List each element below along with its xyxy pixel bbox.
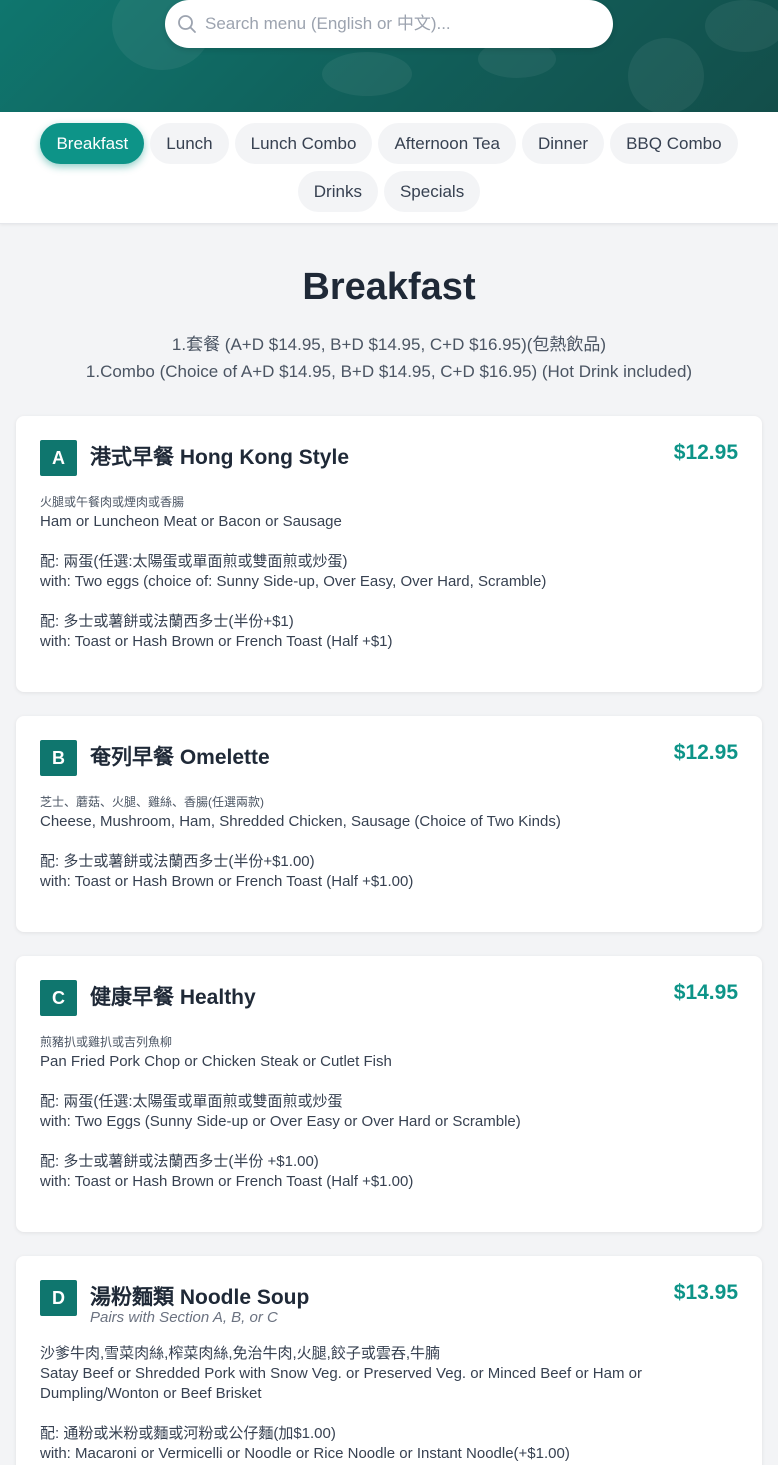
item-desc-en: with: Macaroni or Vermicelli or Noodle o… — [40, 1445, 570, 1462]
item-price: $14.95 — [673, 981, 738, 1004]
item-desc-en: with: Two Eggs (Sunny Side-up or Over Ea… — [40, 1113, 521, 1130]
tab-drinks[interactable]: Drinks — [297, 171, 378, 212]
search-input[interactable] — [205, 0, 605, 48]
menu-item-card[interactable]: C 健康早餐 Healthy $14.95 煎豬扒或雞扒或吉列魚柳 Pan Fr… — [16, 956, 762, 1232]
tab-afternoon-tea[interactable]: Afternoon Tea — [378, 123, 516, 164]
item-desc-cn: 配: 多士或薯餅或法蘭西多士(半份+$1) — [40, 613, 294, 630]
item-badge: C — [40, 980, 77, 1016]
item-name: 湯粉麵類 Noodle Soup — [90, 1286, 310, 1309]
item-name: 奄列早餐 Omelette — [90, 746, 270, 769]
menu-item-card[interactable]: A 港式早餐 Hong Kong Style $12.95 火腿或午餐肉或煙肉或… — [16, 416, 762, 692]
tab-lunch-combo[interactable]: Lunch Combo — [234, 123, 373, 164]
item-desc-cn: 配: 通粉或米粉或麵或河粉或公仔麵(加$1.00) — [40, 1425, 336, 1442]
item-desc-cn: 芝士、蘑菇、火腿、雞絲、香腸(任選兩款) — [40, 795, 264, 809]
item-desc-en: Ham or Luncheon Meat or Bacon or Sausage — [40, 513, 342, 530]
item-price: $12.95 — [673, 741, 738, 764]
item-badge: A — [40, 440, 77, 476]
item-desc-en: with: Toast or Hash Brown or French Toas… — [40, 1173, 414, 1190]
tab-breakfast[interactable]: Breakfast — [40, 123, 145, 164]
item-pairing-note: Pairs with Section A, B, or C — [90, 1309, 278, 1326]
item-price: $13.95 — [673, 1281, 738, 1304]
menu-item-card[interactable]: B 奄列早餐 Omelette $12.95 芝士、蘑菇、火腿、雞絲、香腸(任選… — [16, 716, 762, 932]
decorative-bubble — [705, 0, 778, 52]
item-desc-en: with: Two eggs (choice of: Sunny Side-up… — [40, 573, 547, 590]
category-bar: Breakfast Lunch Lunch Combo Afternoon Te… — [0, 112, 778, 224]
item-desc-en: Cheese, Mushroom, Ham, Shredded Chicken,… — [40, 813, 561, 830]
item-desc-cn: 配: 多士或薯餅或法蘭西多士(半份 +$1.00) — [40, 1153, 319, 1170]
tab-lunch[interactable]: Lunch — [150, 123, 229, 164]
item-desc-cn: 配: 多士或薯餅或法蘭西多士(半份+$1.00) — [40, 853, 315, 870]
item-name: 港式早餐 Hong Kong Style — [90, 446, 349, 469]
item-desc-cn: 沙爹牛肉,雪菜肉絲,榨菜肉絲,免治牛肉,火腿,餃子或雲吞,牛腩 — [40, 1345, 441, 1362]
item-desc-cn: 煎豬扒或雞扒或吉列魚柳 — [40, 1035, 173, 1049]
item-badge: D — [40, 1280, 77, 1316]
header-banner — [0, 0, 778, 112]
decorative-bubble — [322, 52, 412, 96]
section-subtitle-en: 1.Combo (Choice of A+D $14.95, B+D $14.9… — [85, 362, 693, 381]
item-badge: B — [40, 740, 77, 776]
category-tabs: Breakfast Lunch Lunch Combo Afternoon Te… — [0, 112, 778, 212]
section-title: Breakfast — [302, 266, 476, 308]
item-price: $12.95 — [673, 441, 738, 464]
item-desc-cn: 配: 兩蛋(任選:太陽蛋或單面煎或雙面煎或炒蛋) — [40, 553, 348, 570]
menu-item-card[interactable]: D 湯粉麵類 Noodle Soup Pairs with Section A,… — [16, 1256, 762, 1465]
search-icon — [178, 15, 196, 33]
item-desc-en: with: Toast or Hash Brown or French Toas… — [40, 633, 393, 650]
search-bar[interactable] — [165, 0, 613, 48]
tab-bbq-combo[interactable]: BBQ Combo — [610, 123, 738, 164]
item-desc-cn: 火腿或午餐肉或煙肉或香腸 — [40, 495, 185, 509]
tab-specials[interactable]: Specials — [383, 171, 481, 212]
item-desc-en: with: Toast or Hash Brown or French Toas… — [40, 873, 414, 890]
decorative-bubble — [628, 38, 704, 112]
item-name: 健康早餐 Healthy — [90, 986, 256, 1009]
item-desc-en: Satay Beef or Shredded Pork with Snow Ve… — [40, 1365, 642, 1402]
section-subtitle-cn: 1.套餐 (A+D $14.95, B+D $14.95, C+D $16.95… — [171, 335, 607, 354]
item-desc-en: Pan Fried Pork Chop or Chicken Steak or … — [40, 1053, 392, 1070]
item-desc-cn: 配: 兩蛋(任選:太陽蛋或單面煎或雙面煎或炒蛋 — [40, 1093, 343, 1110]
tab-dinner[interactable]: Dinner — [522, 123, 605, 164]
